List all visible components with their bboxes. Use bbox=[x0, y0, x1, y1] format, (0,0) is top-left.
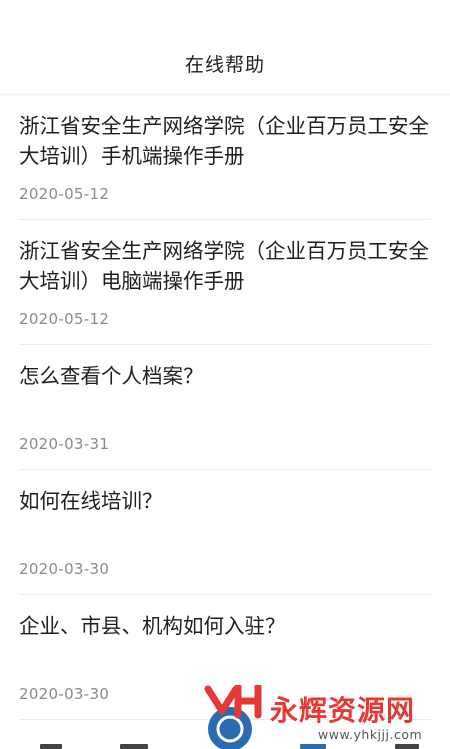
article-title[interactable]: 怎么查看个人档案？ bbox=[19, 361, 431, 391]
article-date: 2020-03-30 bbox=[19, 685, 110, 703]
bottom-nav-partial bbox=[40, 744, 62, 749]
article-title[interactable]: 企业、市县、机构如何入驻？ bbox=[19, 611, 431, 641]
article-date: 2020-05-12 bbox=[19, 310, 110, 328]
page-title: 在线帮助 bbox=[184, 54, 265, 76]
article-date: 2020-05-12 bbox=[19, 185, 110, 203]
help-article-list: 浙江省安全生产网络学院（企业百万员工安全大培训）手机端操作手册 2020-05-… bbox=[0, 95, 450, 720]
watermark-url: www.yhkjjj.com bbox=[318, 727, 423, 742]
article-title[interactable]: 如何在线培训？ bbox=[19, 486, 431, 516]
watermark: 永辉资源网 www.yhkjjj.com bbox=[200, 685, 440, 749]
bottom-nav-partial bbox=[120, 744, 148, 749]
article-title[interactable]: 浙江省安全生产网络学院（企业百万员工安全大培训）手机端操作手册 bbox=[19, 111, 431, 171]
watermark-brand: 永辉资源网 bbox=[270, 694, 416, 727]
watermark-logo-icon bbox=[204, 685, 262, 749]
list-item[interactable]: 如何在线培训？ 2020-03-30 bbox=[19, 470, 431, 595]
list-item[interactable]: 浙江省安全生产网络学院（企业百万员工安全大培训）手机端操作手册 2020-05-… bbox=[19, 95, 431, 220]
article-date: 2020-03-31 bbox=[19, 435, 110, 453]
article-title[interactable]: 浙江省安全生产网络学院（企业百万员工安全大培训）电脑端操作手册 bbox=[19, 236, 431, 296]
article-date: 2020-03-30 bbox=[19, 560, 110, 578]
list-item[interactable]: 怎么查看个人档案？ 2020-03-31 bbox=[19, 345, 431, 470]
list-item[interactable]: 浙江省安全生产网络学院（企业百万员工安全大培训）电脑端操作手册 2020-05-… bbox=[19, 220, 431, 345]
header-bar: 在线帮助 bbox=[0, 0, 450, 95]
